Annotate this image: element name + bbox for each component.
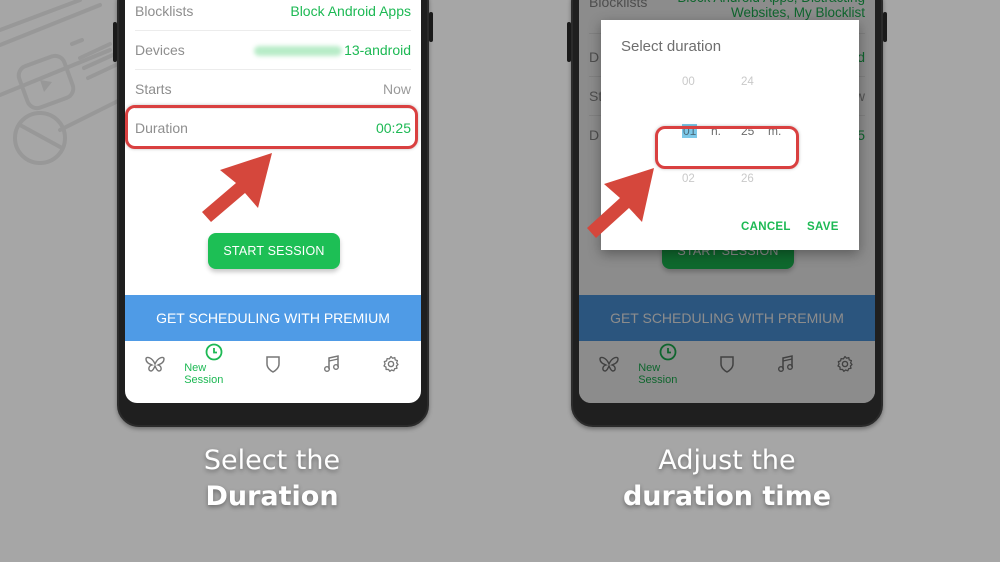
row-value: Block Android Apps <box>290 2 411 19</box>
row-value: 13-android <box>254 42 411 58</box>
volume-button <box>113 22 117 62</box>
hours-prev[interactable]: 00 <box>682 76 695 88</box>
pointer-arrow-icon <box>587 168 654 238</box>
background-video-blocked-illustration <box>0 0 122 165</box>
nav-item-settings[interactable] <box>362 355 421 373</box>
nav-item-shield[interactable] <box>243 355 302 373</box>
caption-line2: Duration <box>205 481 339 512</box>
shield-icon <box>266 356 280 373</box>
gear-icon <box>383 355 400 372</box>
row-label: Devices <box>135 41 185 58</box>
butterfly-icon <box>144 356 165 372</box>
nav-item-sounds[interactable] <box>303 355 362 373</box>
minutes-prev[interactable]: 24 <box>741 76 754 88</box>
power-button <box>429 12 433 42</box>
hours-next[interactable]: 02 <box>682 173 695 185</box>
row-starts[interactable]: Starts Now <box>135 69 411 109</box>
premium-banner-button[interactable]: GET SCHEDULING WITH PREMIUM <box>125 295 421 341</box>
caption-line2: duration time <box>622 481 832 512</box>
pointer-arrow-icon <box>202 153 272 222</box>
volume-button <box>567 22 571 62</box>
picker-highlight-box <box>655 126 799 169</box>
row-label: Starts <box>135 80 172 97</box>
music-icon <box>324 355 340 372</box>
row-devices[interactable]: Devices 13-android <box>135 30 411 70</box>
nav-item-new-session[interactable]: New Session <box>184 343 243 386</box>
blurred-device-name <box>254 45 343 56</box>
row-blocklists[interactable]: Blocklists Block Android Apps <box>135 0 411 31</box>
left-caption: Select the Duration <box>122 443 422 515</box>
caption-line1: Select the <box>203 445 341 476</box>
dialog-title: Select duration <box>621 38 722 55</box>
clock-icon <box>205 343 223 360</box>
duration-highlight-box <box>125 105 418 149</box>
bottom-nav: New Session <box>125 341 421 387</box>
start-session-button[interactable]: START SESSION <box>208 233 340 269</box>
nav-item-blocklists[interactable] <box>125 355 184 373</box>
save-button[interactable]: SAVE <box>807 221 839 233</box>
power-button <box>883 12 887 42</box>
device-name: 13-android <box>344 41 411 58</box>
minutes-next[interactable]: 26 <box>741 173 754 185</box>
right-caption: Adjust the duration time <box>577 443 877 515</box>
caption-line1: Adjust the <box>658 445 796 476</box>
row-label: Blocklists <box>135 2 194 19</box>
cancel-button[interactable]: CANCEL <box>741 221 791 233</box>
nav-label: New Session <box>184 361 224 386</box>
row-value: Now <box>382 80 411 97</box>
